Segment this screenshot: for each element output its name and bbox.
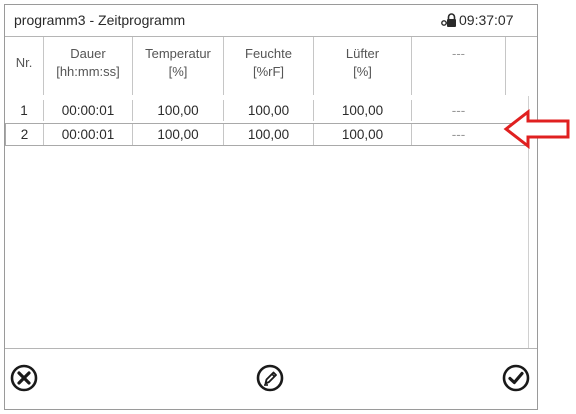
cell-temperatur[interactable]: 100,00 (132, 124, 223, 145)
clock: 09:37:07 (459, 12, 514, 28)
table-header: Nr. Dauer [hh:mm:ss] Temperatur [%] Feuc… (5, 37, 537, 95)
column-header-unit: [%] (168, 64, 188, 79)
column-header-label: Nr. (15, 55, 33, 70)
title-bar: programm3 - Zeitprogramm 09:37:07 (5, 5, 537, 37)
cell-feuchte[interactable]: 100,00 (223, 100, 313, 121)
column-header-nr: Nr. (5, 37, 43, 95)
cell-extra: --- (411, 100, 505, 121)
cell-temperatur[interactable]: 100,00 (132, 100, 223, 121)
column-header-label: Dauer (70, 46, 106, 61)
annotation-arrow-icon (503, 109, 570, 149)
check-circle-icon[interactable] (501, 363, 531, 393)
cell-feuchte[interactable]: 100,00 (223, 124, 313, 145)
column-header-unit: [%rF] (252, 64, 285, 79)
pencil-circle-icon[interactable] (255, 363, 285, 393)
column-header-label: Feuchte (245, 46, 292, 61)
lock-key-icon (441, 13, 456, 27)
cell-nr: 2 (20, 127, 29, 142)
cell-dauer[interactable]: 00:00:01 (43, 124, 132, 145)
cell-extra: --- (411, 124, 505, 145)
column-header-feuchte: Feuchte [%rF] (223, 37, 313, 95)
column-header-label: --- (452, 46, 465, 61)
cell-luefter[interactable]: 100,00 (313, 100, 411, 121)
column-header-dauer: Dauer [hh:mm:ss] (43, 37, 132, 95)
column-header-luefter: Lüfter [%] (313, 37, 411, 95)
column-header-temperatur: Temperatur [%] (132, 37, 223, 95)
column-header-spacer (505, 37, 528, 95)
table-row-selected[interactable]: 2 00:00:01 100,00 100,00 100,00 --- (5, 123, 528, 146)
cell-dauer[interactable]: 00:00:01 (43, 100, 132, 121)
table-row[interactable]: 1 00:00:01 100,00 100,00 100,00 --- (5, 100, 528, 123)
controller-screen: programm3 - Zeitprogramm 09:37:07 Nr. Da… (4, 4, 538, 410)
column-header-unit: [%] (353, 64, 372, 79)
column-header-label: Temperatur (145, 46, 211, 61)
column-header-unit: [hh:mm:ss] (56, 64, 120, 79)
column-header-extra: --- (411, 37, 505, 95)
page-title: programm3 - Zeitprogramm (14, 12, 186, 28)
close-circle-icon[interactable] (9, 363, 39, 393)
cell-luefter[interactable]: 100,00 (313, 124, 411, 145)
footer-bar (5, 348, 537, 410)
column-header-label: Lüfter (345, 46, 380, 61)
cell-nr: 1 (20, 103, 28, 118)
